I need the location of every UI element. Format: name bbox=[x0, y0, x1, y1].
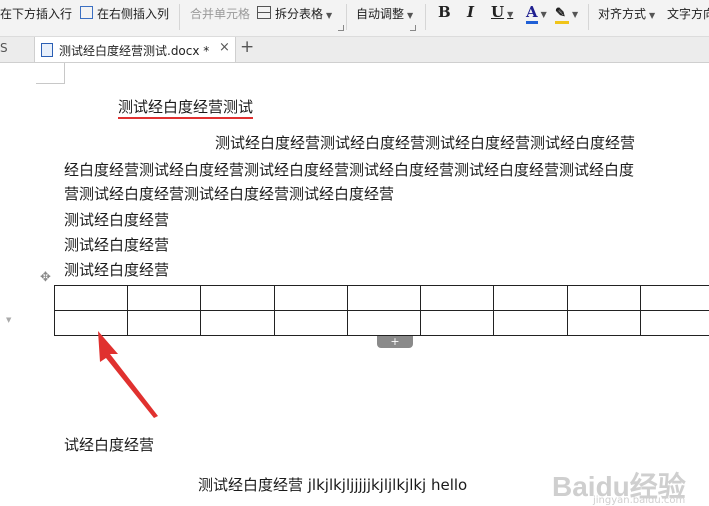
font-color-button[interactable]: A▼ bbox=[526, 3, 547, 21]
table-cell[interactable] bbox=[128, 286, 201, 311]
separator bbox=[179, 4, 180, 30]
split-table-button[interactable]: 拆分表格▼ bbox=[257, 6, 332, 22]
chevron-down-icon: ▼ bbox=[572, 10, 578, 19]
chevron-down-icon: ▼ bbox=[649, 11, 655, 20]
dialog-launcher-icon[interactable] bbox=[338, 25, 344, 31]
table-cell[interactable] bbox=[274, 311, 347, 336]
add-row-button[interactable]: + bbox=[377, 336, 413, 348]
table-cell[interactable] bbox=[640, 286, 709, 311]
paragraph-line: 测试经白度经营 jlkjlkjljjjjjkjljlkjlkj hello bbox=[198, 473, 467, 497]
table-row bbox=[55, 286, 709, 311]
align-button[interactable]: 对齐方式▼ bbox=[598, 6, 655, 22]
table-cell[interactable] bbox=[640, 311, 709, 336]
table-cell[interactable] bbox=[421, 311, 494, 336]
separator bbox=[346, 4, 347, 30]
table-cell[interactable] bbox=[347, 286, 420, 311]
paragraph-line: 测试经白度经营 bbox=[64, 258, 169, 282]
tab-active-document[interactable]: 测试经白度经营测试.docx * × bbox=[34, 37, 236, 62]
italic-button[interactable]: I bbox=[467, 3, 474, 21]
font-color-label: A bbox=[526, 3, 538, 24]
separator bbox=[425, 4, 426, 30]
paragraph-line: 经白度经营测试经白度经营测试经白度经营测试经白度经营测试经白度经营测试经白度 bbox=[64, 158, 634, 182]
document-icon bbox=[41, 43, 53, 57]
add-tab-button[interactable]: + bbox=[240, 37, 254, 57]
table-cell[interactable] bbox=[274, 286, 347, 311]
paragraph-line: 测试经白度经营 bbox=[64, 208, 169, 232]
split-table-icon bbox=[257, 6, 271, 19]
align-label: 对齐方式 bbox=[598, 7, 646, 21]
underline-label: U bbox=[491, 3, 504, 21]
chevron-down-icon: ▼ bbox=[541, 10, 547, 19]
highlighter-icon: ✎ bbox=[555, 8, 569, 24]
margin-corner-mark bbox=[36, 63, 65, 84]
bold-button[interactable]: B bbox=[438, 3, 451, 21]
insert-row-below-button[interactable]: 在下方插入行 bbox=[0, 6, 72, 22]
paragraph-line: 试经白度经营 bbox=[64, 433, 154, 457]
doc-heading: 测试经白度经营测试 bbox=[118, 97, 253, 119]
chevron-down-icon: ▼ bbox=[507, 10, 513, 19]
paragraph-line: 营测试经白度经营测试经白度经营测试经白度经营 bbox=[64, 182, 394, 206]
close-icon[interactable]: × bbox=[219, 40, 230, 55]
document-tab-bar: S 测试经白度经营测试.docx * × + bbox=[0, 37, 709, 63]
split-table-label: 拆分表格 bbox=[275, 7, 323, 21]
underline-button[interactable]: U▼ bbox=[491, 3, 513, 21]
insert-column-right-button[interactable]: 在右侧插入列 bbox=[80, 6, 169, 22]
paragraph-line: 测试经白度经营 bbox=[64, 233, 169, 257]
paragraph-line: 测试经白度经营测试经白度经营测试经白度经营测试经白度经营 bbox=[215, 131, 635, 155]
previous-tab-fragment[interactable]: S bbox=[0, 41, 8, 55]
auto-adjust-label: 自动调整 bbox=[356, 7, 404, 21]
red-arrow-annotation bbox=[90, 328, 170, 420]
margin-marker-icon: ▼ bbox=[6, 316, 11, 324]
table-cell[interactable] bbox=[494, 311, 567, 336]
table-cell[interactable] bbox=[201, 286, 274, 311]
table-cell[interactable] bbox=[421, 286, 494, 311]
chevron-down-icon: ▼ bbox=[326, 11, 332, 20]
table-cell[interactable] bbox=[494, 286, 567, 311]
auto-adjust-button[interactable]: 自动调整▼ bbox=[356, 6, 413, 22]
separator bbox=[588, 4, 589, 30]
table-move-handle-icon[interactable]: ✥ bbox=[40, 270, 51, 285]
table-cell[interactable] bbox=[201, 311, 274, 336]
ribbon-toolbar: 在下方插入行 在右侧插入列 合并单元格 拆分表格▼ 自动调整▼ B I U▼ A… bbox=[0, 0, 709, 37]
table-cell[interactable] bbox=[567, 311, 640, 336]
text-direction-button[interactable]: 文字方向 bbox=[667, 6, 709, 22]
document-page[interactable]: 测试经白度经营测试 测试经白度经营测试经白度经营测试经白度经营测试经白度经营 经… bbox=[0, 63, 709, 490]
insert-column-right-label: 在右侧插入列 bbox=[97, 7, 169, 21]
tab-title: 测试经白度经营测试.docx * bbox=[59, 42, 209, 59]
table-cell[interactable] bbox=[567, 286, 640, 311]
highlight-button[interactable]: ✎▼ bbox=[555, 3, 578, 24]
chevron-down-icon: ▼ bbox=[407, 11, 413, 20]
insert-column-icon bbox=[80, 6, 93, 19]
table-cell[interactable] bbox=[55, 286, 128, 311]
arrow-shape bbox=[98, 331, 158, 418]
merge-cells-button[interactable]: 合并单元格 bbox=[190, 6, 250, 22]
dialog-launcher-icon[interactable] bbox=[410, 25, 416, 31]
watermark-url: jingyan.baidu.com bbox=[593, 495, 685, 506]
table-cell[interactable] bbox=[347, 311, 420, 336]
